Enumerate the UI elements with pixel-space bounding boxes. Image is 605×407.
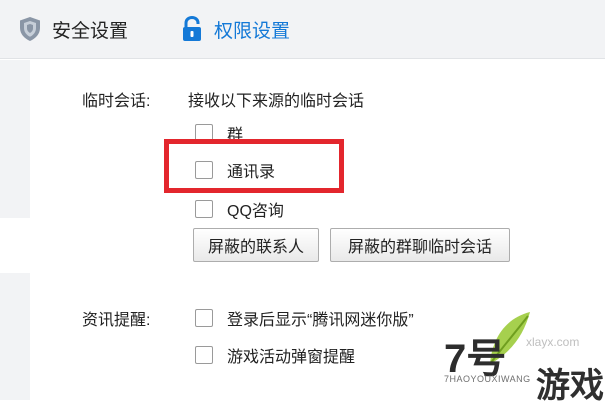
option-label: 游戏活动弹窗提醒	[227, 349, 356, 366]
shield-icon	[18, 16, 42, 42]
tab-permission-settings[interactable]: 权限设置	[180, 0, 290, 58]
watermark-subtitle: 7HAOYOUXIWANG	[444, 374, 531, 384]
tab-label: 安全设置	[52, 20, 129, 42]
option-show-mini-news[interactable]: 登录后显示“腾讯网迷你版”	[195, 306, 414, 330]
option-label: 登录后显示“腾讯网迷你版”	[227, 312, 414, 329]
option-qq-consult[interactable]: QQ咨询	[195, 197, 284, 221]
temp-session-description: 接收以下来源的临时会话	[188, 93, 365, 110]
mini-news-checkbox[interactable]	[195, 309, 213, 327]
option-label: QQ咨询	[227, 203, 284, 220]
qq-consult-checkbox[interactable]	[195, 200, 213, 218]
option-game-popup[interactable]: 游戏活动弹窗提醒	[195, 343, 355, 367]
tab-bar: 安全设置 权限设置	[0, 0, 605, 59]
sidebar-band-bottom	[0, 273, 30, 400]
lock-icon	[180, 16, 204, 42]
highlight-annotation-box	[164, 139, 344, 193]
temp-session-label: 临时会话:	[82, 93, 151, 110]
watermark-url: xlayx.com	[526, 335, 580, 349]
blocked-contacts-button[interactable]: 屏蔽的联系人	[193, 228, 319, 262]
blocked-group-chats-button[interactable]: 屏蔽的群聊临时会话	[330, 228, 510, 262]
game-popup-checkbox[interactable]	[195, 346, 213, 364]
tab-label: 权限设置	[214, 20, 291, 42]
site-watermark: 7号 xlayx.com 7HAOYOUXIWANG 游戏	[440, 300, 605, 405]
news-reminder-label: 资讯提醒:	[82, 312, 151, 329]
tab-security-settings[interactable]: 安全设置	[18, 0, 128, 58]
sidebar-band-top	[0, 60, 30, 218]
